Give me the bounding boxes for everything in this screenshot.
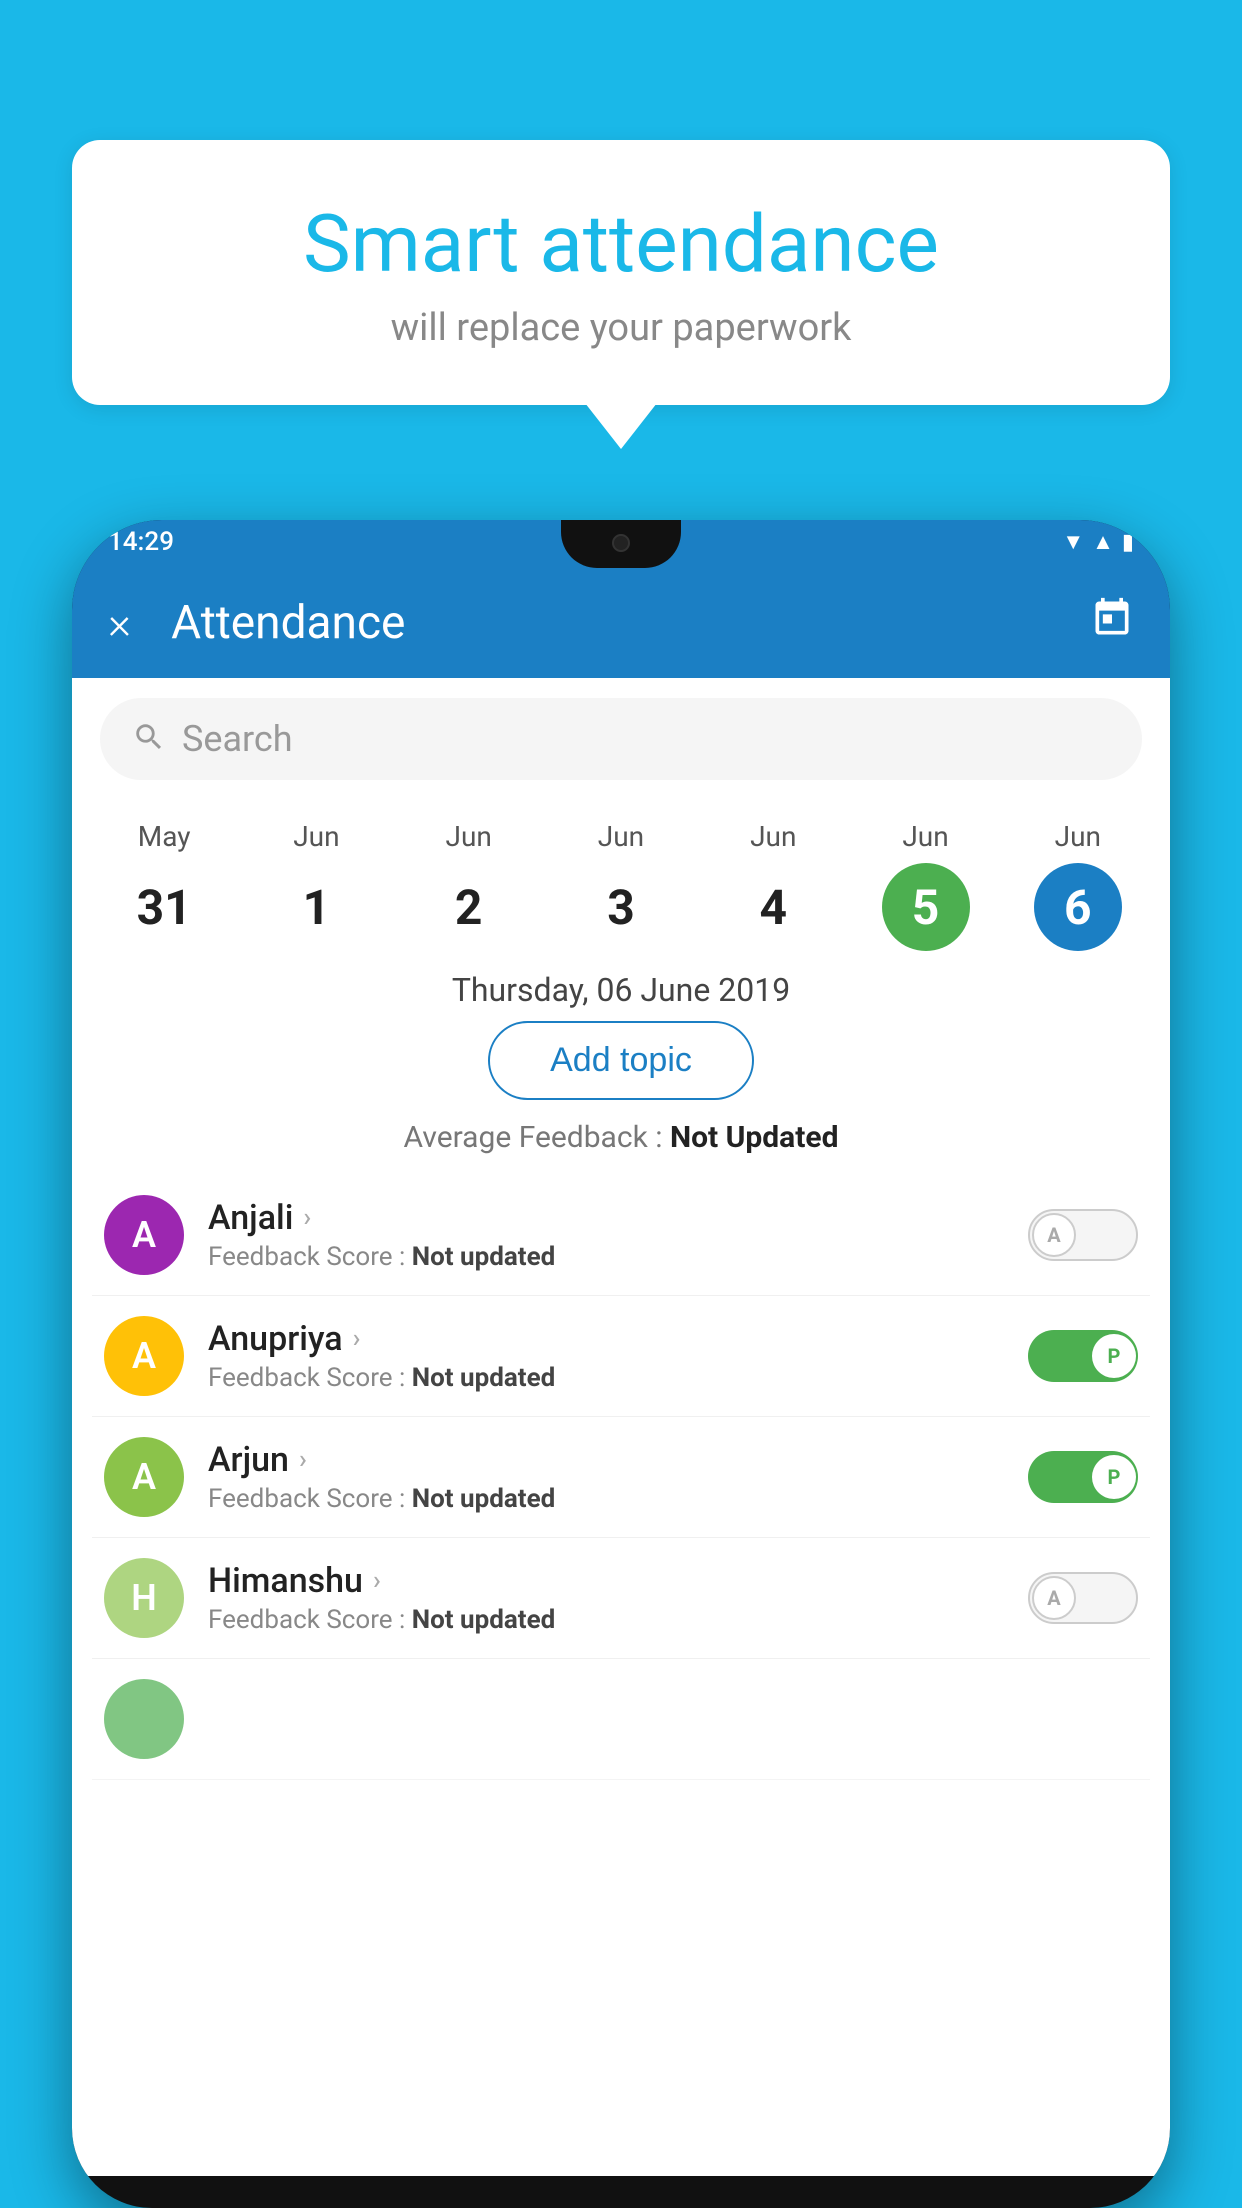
attendance-toggle-absent[interactable]: A <box>1028 1209 1138 1261</box>
search-icon <box>132 720 166 758</box>
toggle-knob: P <box>1092 1455 1136 1499</box>
calendar-day-col[interactable]: Jun 1 <box>272 820 360 951</box>
speech-bubble-container: Smart attendance will replace your paper… <box>72 140 1170 405</box>
front-camera <box>612 534 630 552</box>
calendar-month-label: Jun <box>598 820 644 853</box>
avatar <box>104 1679 184 1759</box>
calendar-month-label: Jun <box>902 820 948 853</box>
student-feedback: Feedback Score : Not updated <box>208 1484 1004 1514</box>
toggle-knob: A <box>1032 1576 1076 1620</box>
signal-icon: ▲ <box>1092 529 1114 555</box>
calendar-day-col[interactable]: Jun 3 <box>577 820 665 951</box>
chevron-right-icon: › <box>373 1566 381 1596</box>
chevron-right-icon: › <box>299 1445 307 1475</box>
student-item-partial <box>92 1659 1150 1780</box>
bubble-title: Smart attendance <box>132 200 1110 288</box>
student-name: Arjun› <box>208 1440 1004 1480</box>
bubble-subtitle: will replace your paperwork <box>132 306 1110 350</box>
student-item[interactable]: A Anupriya› Feedback Score : Not updated P <box>92 1296 1150 1417</box>
calendar-day-col[interactable]: May 31 <box>120 820 208 951</box>
avg-feedback: Average Feedback : Not Updated <box>72 1116 1170 1175</box>
calendar-icon[interactable] <box>1090 596 1134 650</box>
attendance-toggle-present[interactable]: P <box>1028 1330 1138 1382</box>
attendance-toggle-present[interactable]: P <box>1028 1451 1138 1503</box>
avatar: H <box>104 1558 184 1638</box>
student-feedback: Feedback Score : Not updated <box>208 1605 1004 1635</box>
calendar-month-label: May <box>138 820 191 853</box>
avatar: A <box>104 1316 184 1396</box>
phone-content: Search May 31 Jun 1 Jun 2 Jun 3 Jun 4 Jun 5 Jun 6 Thu… <box>72 678 1170 2176</box>
chevron-right-icon: › <box>353 1324 361 1354</box>
calendar-date[interactable]: 4 <box>729 863 817 951</box>
calendar-month-label: Jun <box>1055 820 1101 853</box>
student-item[interactable]: A Anjali› Feedback Score : Not updated A <box>92 1175 1150 1296</box>
status-time: 14:29 <box>108 527 174 557</box>
calendar-month-label: Jun <box>293 820 339 853</box>
header-title: Attendance <box>171 596 1050 650</box>
calendar-month-label: Jun <box>750 820 796 853</box>
search-container: Search <box>72 678 1170 800</box>
status-icons: ▼ ▲ ▮ <box>1062 529 1134 555</box>
student-info: Arjun› Feedback Score : Not updated <box>208 1440 1004 1514</box>
avatar: A <box>104 1195 184 1275</box>
calendar-day-col[interactable]: Jun 6 <box>1034 820 1122 951</box>
student-info: Himanshu› Feedback Score : Not updated <box>208 1561 1004 1635</box>
chevron-right-icon: › <box>303 1203 311 1233</box>
student-info: Anupriya› Feedback Score : Not updated <box>208 1319 1004 1393</box>
student-name: Himanshu› <box>208 1561 1004 1601</box>
student-name: Anjali› <box>208 1198 1004 1238</box>
student-list: AAnjali›Feedback Score : Not updatedAAAn… <box>72 1175 1170 1780</box>
calendar-date[interactable]: 5 <box>882 863 970 951</box>
calendar-date[interactable]: 3 <box>577 863 665 951</box>
avg-feedback-label: Average Feedback : <box>404 1120 670 1155</box>
attendance-toggle-absent[interactable]: A <box>1028 1572 1138 1624</box>
student-info: Anjali› Feedback Score : Not updated <box>208 1198 1004 1272</box>
search-bar[interactable]: Search <box>100 698 1142 780</box>
calendar-day-col[interactable]: Jun 4 <box>729 820 817 951</box>
calendar-date[interactable]: 1 <box>272 863 360 951</box>
battery-icon: ▮ <box>1122 530 1134 555</box>
phone-frame: 14:29 ▼ ▲ ▮ × Attendance Search May 3 <box>72 520 1170 2208</box>
phone-notch <box>561 520 681 568</box>
student-feedback: Feedback Score : Not updated <box>208 1242 1004 1272</box>
student-name: Anupriya› <box>208 1319 1004 1359</box>
calendar-date[interactable]: 31 <box>120 863 208 951</box>
add-topic-button[interactable]: Add topic <box>488 1021 754 1100</box>
calendar-day-col[interactable]: Jun 2 <box>425 820 513 951</box>
toggle-knob: A <box>1032 1213 1076 1257</box>
search-input[interactable]: Search <box>182 718 293 760</box>
calendar-date[interactable]: 6 <box>1034 863 1122 951</box>
calendar-day-col[interactable]: Jun 5 <box>882 820 970 951</box>
calendar-month-label: Jun <box>446 820 492 853</box>
student-item[interactable]: H Himanshu› Feedback Score : Not updated A <box>92 1538 1150 1659</box>
calendar-date[interactable]: 2 <box>425 863 513 951</box>
speech-bubble: Smart attendance will replace your paper… <box>72 140 1170 405</box>
calendar-row: May 31 Jun 1 Jun 2 Jun 3 Jun 4 Jun 5 Jun 6 <box>72 800 1170 955</box>
avatar: A <box>104 1437 184 1517</box>
close-button[interactable]: × <box>108 597 131 649</box>
toggle-knob: P <box>1092 1334 1136 1378</box>
selected-date-label: Thursday, 06 June 2019 <box>72 955 1170 1021</box>
app-header: × Attendance <box>72 568 1170 678</box>
student-item[interactable]: A Arjun› Feedback Score : Not updated P <box>92 1417 1150 1538</box>
student-feedback: Feedback Score : Not updated <box>208 1363 1004 1393</box>
avg-feedback-value: Not Updated <box>670 1120 839 1155</box>
wifi-icon: ▼ <box>1062 529 1084 555</box>
